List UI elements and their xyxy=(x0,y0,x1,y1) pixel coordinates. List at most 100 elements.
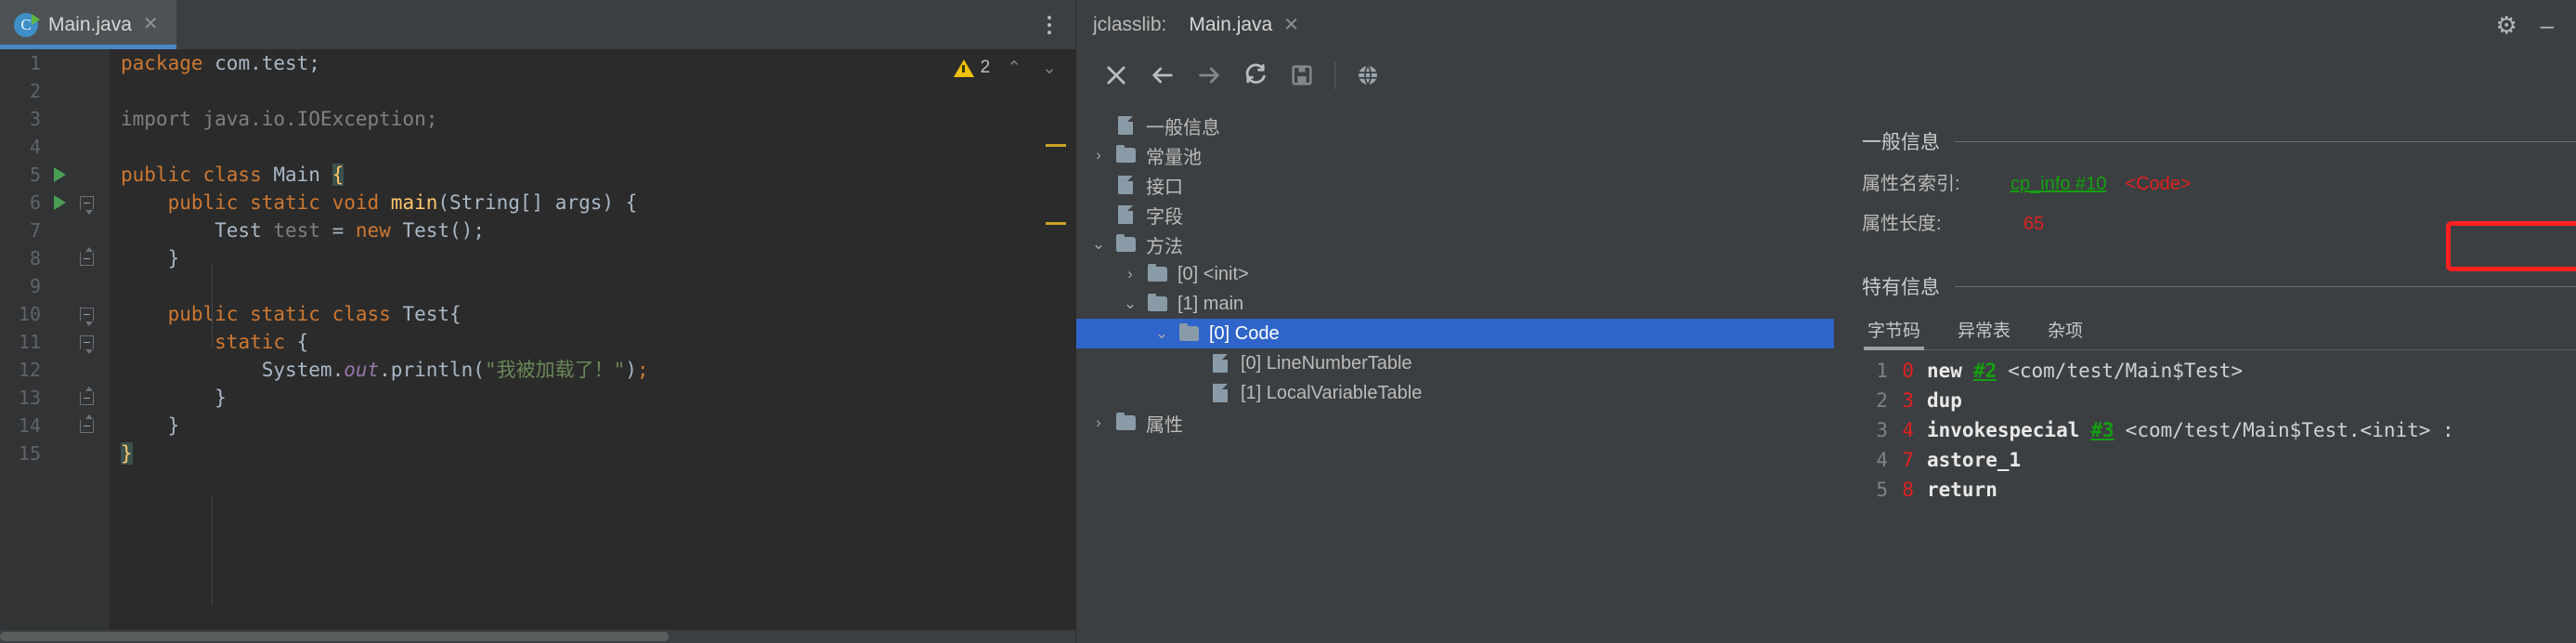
code-token: } xyxy=(121,414,180,437)
code-line[interactable]: public class Main { xyxy=(121,161,1075,189)
code-editor-pane: Main.java ✕ 2 ⌃ ⌄ 123456789101112131415 … xyxy=(0,0,1075,643)
instruction-line-number: 3 xyxy=(1876,419,1888,441)
attribute-name-index-row: 属性名索引: cp_info #10 <Code> xyxy=(1862,168,2576,195)
bytecode-instruction-row[interactable]: 1 0 new #2 <com/test/Main$Test> xyxy=(1862,356,2576,386)
gutter-row[interactable]: 10 xyxy=(0,300,110,328)
bytecode-instruction-row[interactable]: 5 8 return xyxy=(1862,475,2576,505)
code-line[interactable]: public static void main(String[] args) { xyxy=(121,189,1075,217)
code-line[interactable] xyxy=(121,133,1075,161)
forward-button[interactable] xyxy=(1186,55,1232,96)
browse-web-button[interactable] xyxy=(1345,55,1391,96)
gutter-row[interactable]: 8 xyxy=(0,244,110,272)
gutter-row[interactable]: 5 xyxy=(0,161,110,189)
back-button[interactable] xyxy=(1139,55,1186,96)
warning-triangle-icon xyxy=(953,59,974,77)
scrollbar-thumb[interactable] xyxy=(0,632,669,641)
close-icon[interactable]: ✕ xyxy=(141,13,161,37)
chevron-down-icon[interactable]: ⌄ xyxy=(1086,235,1112,254)
next-problem-icon[interactable]: ⌄ xyxy=(1038,58,1060,79)
code-fold-icon[interactable] xyxy=(80,246,94,266)
code-line[interactable]: import java.io.IOException; xyxy=(121,105,1075,133)
tree-item-label: 接口 xyxy=(1146,177,1183,198)
reload-button[interactable] xyxy=(1232,55,1279,96)
bytecode-tab[interactable]: 异常表 xyxy=(1958,317,2010,348)
chevron-right-icon[interactable]: › xyxy=(1117,265,1143,283)
save-button[interactable] xyxy=(1279,55,1325,96)
tree-item[interactable]: 接口 xyxy=(1076,170,1834,200)
gutter-row[interactable]: 9 xyxy=(0,272,110,300)
code-line[interactable]: } xyxy=(121,440,1075,467)
gutter-row[interactable]: 7 xyxy=(0,217,110,244)
code-line[interactable]: System.out.println("我被加载了！"); xyxy=(121,356,1075,384)
code-line[interactable]: Test test = new Test(); xyxy=(121,217,1075,244)
gutter-row[interactable]: 2 xyxy=(0,77,110,105)
gutter-row[interactable]: 13 xyxy=(0,384,110,412)
editor-gutter[interactable]: 1 2 3 4 5 6 7 8 9 10 11 12 13 14 15 xyxy=(0,49,110,643)
cp-info-link[interactable]: cp_info #10 xyxy=(2010,174,2106,195)
gutter-row[interactable]: 4 xyxy=(0,133,110,161)
close-icon[interactable]: ✕ xyxy=(1283,13,1299,36)
code-fold-icon[interactable] xyxy=(80,195,94,215)
tree-item[interactable]: ⌄ [1] main xyxy=(1076,289,1834,319)
tool-window-tab[interactable]: Main.java ✕ xyxy=(1189,13,1299,36)
gutter-row[interactable]: 12 xyxy=(0,356,110,384)
gutter-row[interactable]: 1 xyxy=(0,49,110,77)
code-line[interactable] xyxy=(121,272,1075,300)
general-info-section-header: 一般信息 xyxy=(1862,127,2576,155)
warning-badge[interactable]: 2 xyxy=(953,58,990,78)
chevron-right-icon[interactable]: › xyxy=(1086,146,1112,164)
gear-icon[interactable] xyxy=(2496,13,2520,37)
close-button[interactable] xyxy=(1093,55,1139,96)
tree-item[interactable]: › 常量池 xyxy=(1076,140,1834,170)
code-line[interactable]: } xyxy=(121,244,1075,272)
bytecode-instruction-row[interactable]: 3 4 invokespecial #3 <com/test/Main$Test.<in… xyxy=(1862,415,2576,445)
code-fold-icon[interactable] xyxy=(80,307,94,326)
more-options-icon[interactable] xyxy=(1040,10,1059,40)
instruction-line-number: 5 xyxy=(1876,479,1888,501)
editor-horizontal-scrollbar[interactable] xyxy=(0,630,1075,643)
indent-guide xyxy=(212,265,213,347)
code-line[interactable] xyxy=(121,77,1075,105)
gutter-row[interactable]: 15 xyxy=(0,440,110,467)
tool-window-header: jclasslib: Main.java ✕ – xyxy=(1075,0,2576,49)
constant-pool-ref-link[interactable]: #3 xyxy=(2090,415,2114,445)
gutter-row[interactable]: 6 xyxy=(0,189,110,217)
constant-pool-ref-link[interactable]: #2 xyxy=(1973,356,1997,386)
code-line[interactable]: } xyxy=(121,384,1075,412)
chevron-down-icon[interactable]: ⌄ xyxy=(1149,324,1175,343)
tree-item[interactable]: [0] LineNumberTable xyxy=(1076,348,1834,378)
gutter-row[interactable]: 14 xyxy=(0,412,110,440)
tree-item[interactable]: 字段 xyxy=(1076,200,1834,230)
tree-item[interactable]: › 属性 xyxy=(1076,408,1834,438)
code-line[interactable]: public static class Test{ xyxy=(121,300,1075,328)
code-line[interactable]: static { xyxy=(121,328,1075,356)
class-structure-tree[interactable]: 一般信息 › 常量池 接口 字段 ⌄ 方法 › [0] <init> ⌄ [1] main ⌄ [0… xyxy=(1076,101,1834,643)
code-line[interactable]: package com.test; xyxy=(121,49,1075,77)
chevron-down-icon[interactable]: ⌄ xyxy=(1117,295,1143,313)
run-gutter-icon[interactable] xyxy=(54,167,66,182)
tree-item[interactable]: › [0] <init> xyxy=(1076,259,1834,289)
bytecode-instruction-list[interactable]: 1 0 new #2 <com/test/Main$Test> 2 3 dup 3 4 invoke… xyxy=(1862,356,2576,505)
code-fold-icon[interactable] xyxy=(80,386,94,405)
bytecode-instruction-row[interactable]: 4 7 astore_1 xyxy=(1862,445,2576,475)
tree-item-selected[interactable]: ⌄ [0] Code xyxy=(1076,319,1834,348)
run-gutter-icon[interactable] xyxy=(54,195,66,210)
bytecode-tab[interactable]: 字节码 xyxy=(1863,317,1925,350)
chevron-right-icon[interactable]: › xyxy=(1086,413,1112,432)
bytecode-instruction-row[interactable]: 2 3 dup xyxy=(1862,386,2576,415)
gutter-row[interactable]: 3 xyxy=(0,105,110,133)
instruction-line-number: 1 xyxy=(1876,360,1888,382)
bytecode-tab[interactable]: 杂项 xyxy=(2048,317,2083,348)
minimize-icon[interactable]: – xyxy=(2541,13,2554,37)
code-line[interactable]: } xyxy=(121,412,1075,440)
prev-problem-icon[interactable]: ⌃ xyxy=(1003,58,1025,79)
editor-tab-main-java[interactable]: Main.java ✕ xyxy=(0,0,176,49)
tree-item[interactable]: [1] LocalVariableTable xyxy=(1076,378,1834,408)
gutter-row[interactable]: 11 xyxy=(0,328,110,356)
code-fold-icon[interactable] xyxy=(80,335,94,354)
code-text-area[interactable]: package com.test; import java.io.IOExcept… xyxy=(110,49,1075,643)
code-fold-icon[interactable] xyxy=(80,413,94,433)
tree-item[interactable]: 一般信息 xyxy=(1076,111,1834,140)
tree-item[interactable]: ⌄ 方法 xyxy=(1076,230,1834,259)
